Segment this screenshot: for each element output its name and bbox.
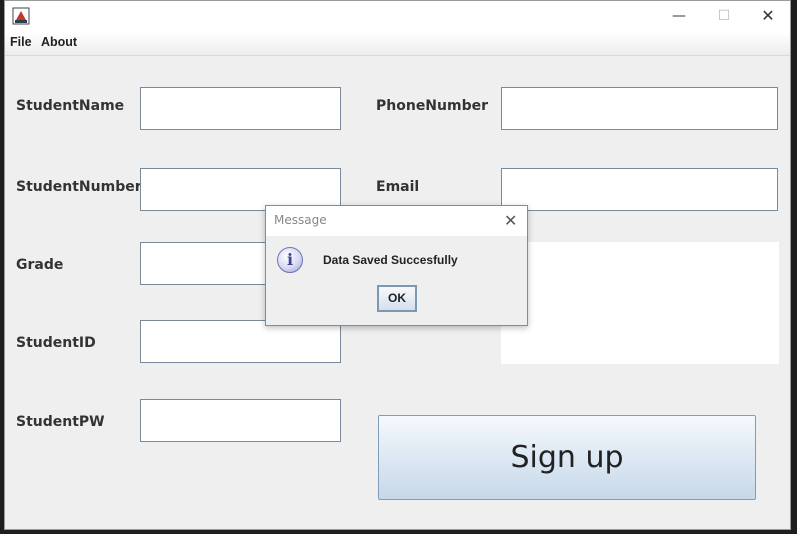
menu-bar: File About [5, 33, 790, 56]
message-dialog: Message ✕ i Data Saved Succesfully OK [265, 205, 528, 326]
student-name-field[interactable] [140, 87, 341, 130]
notes-textarea[interactable] [501, 242, 779, 364]
student-number-label: StudentNumber [16, 179, 142, 195]
ok-button[interactable]: OK [377, 285, 417, 312]
phone-number-label: PhoneNumber [376, 98, 488, 114]
grade-label: Grade [16, 257, 64, 273]
dialog-close-icon[interactable]: ✕ [504, 211, 517, 230]
title-bar: — ☐ ✕ [5, 1, 790, 33]
maximize-button[interactable]: ☐ [702, 5, 746, 27]
email-field[interactable] [501, 168, 778, 211]
dialog-message: Data Saved Succesfully [323, 253, 458, 267]
phone-number-field[interactable] [501, 87, 778, 130]
java-app-icon [12, 7, 30, 25]
dialog-title: Message [274, 213, 327, 227]
student-pw-field[interactable] [140, 399, 341, 442]
info-icon: i [277, 247, 303, 273]
background-editor-right [791, 0, 797, 534]
student-id-label: StudentID [16, 335, 96, 351]
email-label: Email [376, 179, 420, 195]
student-id-field[interactable] [140, 320, 341, 363]
sign-up-button[interactable]: Sign up [378, 415, 756, 500]
student-name-label: StudentName [16, 98, 125, 114]
menu-file[interactable]: File [10, 35, 32, 49]
minimize-button[interactable]: — [657, 5, 701, 27]
close-button[interactable]: ✕ [746, 5, 790, 27]
dialog-title-bar: Message ✕ [266, 206, 527, 236]
student-pw-label: StudentPW [16, 414, 105, 430]
menu-about[interactable]: About [41, 35, 77, 49]
